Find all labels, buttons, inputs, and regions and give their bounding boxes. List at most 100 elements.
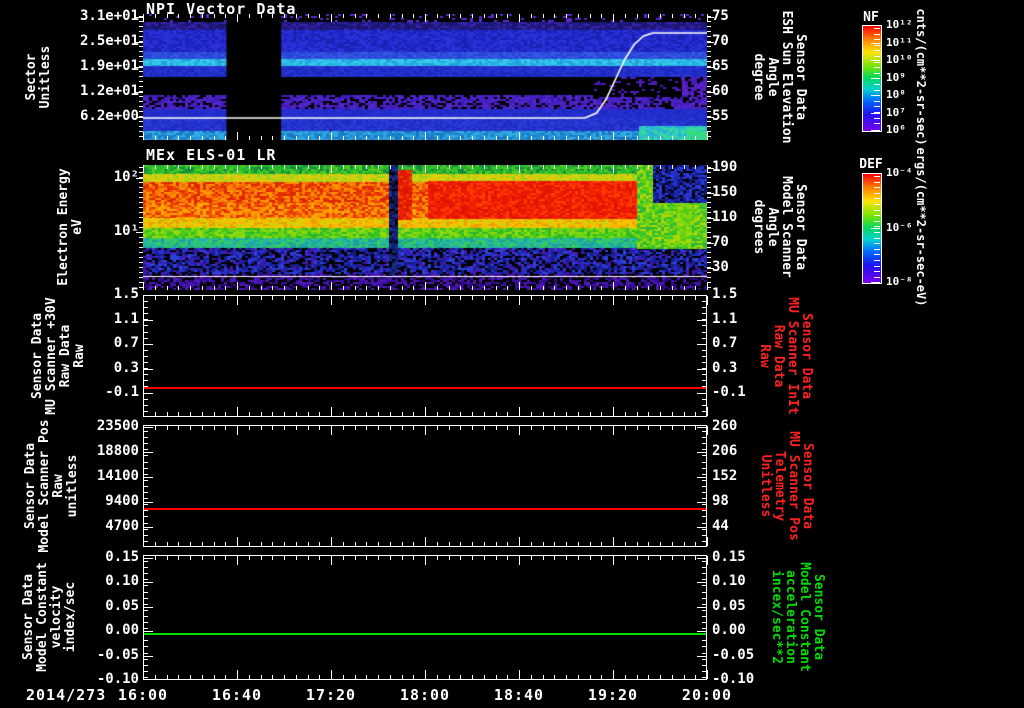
tick-mark [613,537,614,546]
tick-mark [437,675,438,679]
tick-mark [684,556,685,560]
tick-mark [484,542,485,546]
colorbar-def [862,173,882,284]
tick-mark [460,675,461,679]
tick-mark [702,362,706,363]
tick-mark [484,412,485,416]
tick-mark [543,675,544,679]
tick-mark [355,14,356,18]
tick-mark [566,165,567,169]
tick-mark [319,556,320,560]
tick-mark [697,427,706,428]
tick-mark [625,14,626,18]
tick-mark [874,73,880,74]
tick-mark [590,296,591,300]
tick-mark [155,556,156,560]
tick-mark [684,165,685,169]
tick-mark [496,542,497,546]
tick-mark [613,296,614,305]
tick-mark [366,426,367,430]
tick-mark [460,412,461,416]
tick-mark [155,165,156,169]
tick-mark [625,296,626,300]
tick-mark [144,362,148,363]
tick-mark [672,136,673,140]
tick-mark [449,426,450,430]
tick-mark [702,510,706,511]
tick-mark [155,426,156,430]
tick-mark [874,266,880,267]
tick-mark [625,675,626,679]
tick-mark [507,296,508,300]
tick-mark [702,573,706,574]
line-panel-model-scanner-pos [143,425,707,547]
tick-mark [155,542,156,546]
tick-mark [144,659,148,660]
tick-mark [707,51,711,52]
tick-mark [425,132,426,140]
tick-mark [343,136,344,140]
tick-mark [702,374,706,375]
axis-label-line: Sensor Data [22,562,36,672]
tick-mark [355,675,356,679]
spectrogram-els-canvas [143,165,707,290]
tick-mark [139,242,143,243]
tick-mark [590,542,591,546]
tick-mark [139,121,143,122]
tick-mark [139,51,143,52]
tick-mark [648,542,649,546]
axis-label-line: Raw [73,297,87,414]
tick-mark [543,136,544,140]
tick-mark [695,556,696,560]
tick-mark [566,14,567,18]
tick-mark [355,165,356,169]
tick-mark [702,399,706,400]
tick-mark [702,462,706,463]
tick-mark [613,165,614,173]
axis-label-line: Sensor Data [811,562,825,672]
tick-mark [648,426,649,430]
tick-mark [554,556,555,560]
tick-mark [566,675,567,679]
tick-mark [543,14,544,18]
axis-label-line: Raw [52,419,66,552]
tick-mark [178,136,179,140]
tick-mark [284,165,285,169]
y-tick-label: 6.2e+00 [60,109,139,124]
tick-mark [425,556,426,565]
tick-mark [249,412,250,416]
tick-mark [578,296,579,300]
tick-mark [249,136,250,140]
tick-mark [496,556,497,560]
tick-mark [296,675,297,679]
tick-mark [413,296,414,300]
tick-mark [308,136,309,140]
tick-mark [697,393,706,394]
tick-mark [684,136,685,140]
tick-mark [472,542,473,546]
tick-mark [139,71,143,72]
tick-mark [484,426,485,430]
tick-mark [214,556,215,560]
tick-mark [449,412,450,416]
tick-mark [272,426,273,430]
tick-mark [144,541,148,542]
tick-mark [272,556,273,560]
tick-mark [237,282,238,290]
tick-mark [214,542,215,546]
tick-mark [139,212,143,213]
tick-mark [625,542,626,546]
tick-mark [702,313,706,314]
tick-mark [590,136,591,140]
tick-mark [144,504,148,505]
tick-mark [202,14,203,18]
tick-mark [402,675,403,679]
tick-mark [519,282,520,290]
tick-mark [472,556,473,560]
tick-mark [543,412,544,416]
tick-mark [214,165,215,169]
tick-mark [554,296,555,300]
tick-mark [684,542,685,546]
tick-mark [155,412,156,416]
tick-mark [437,556,438,560]
